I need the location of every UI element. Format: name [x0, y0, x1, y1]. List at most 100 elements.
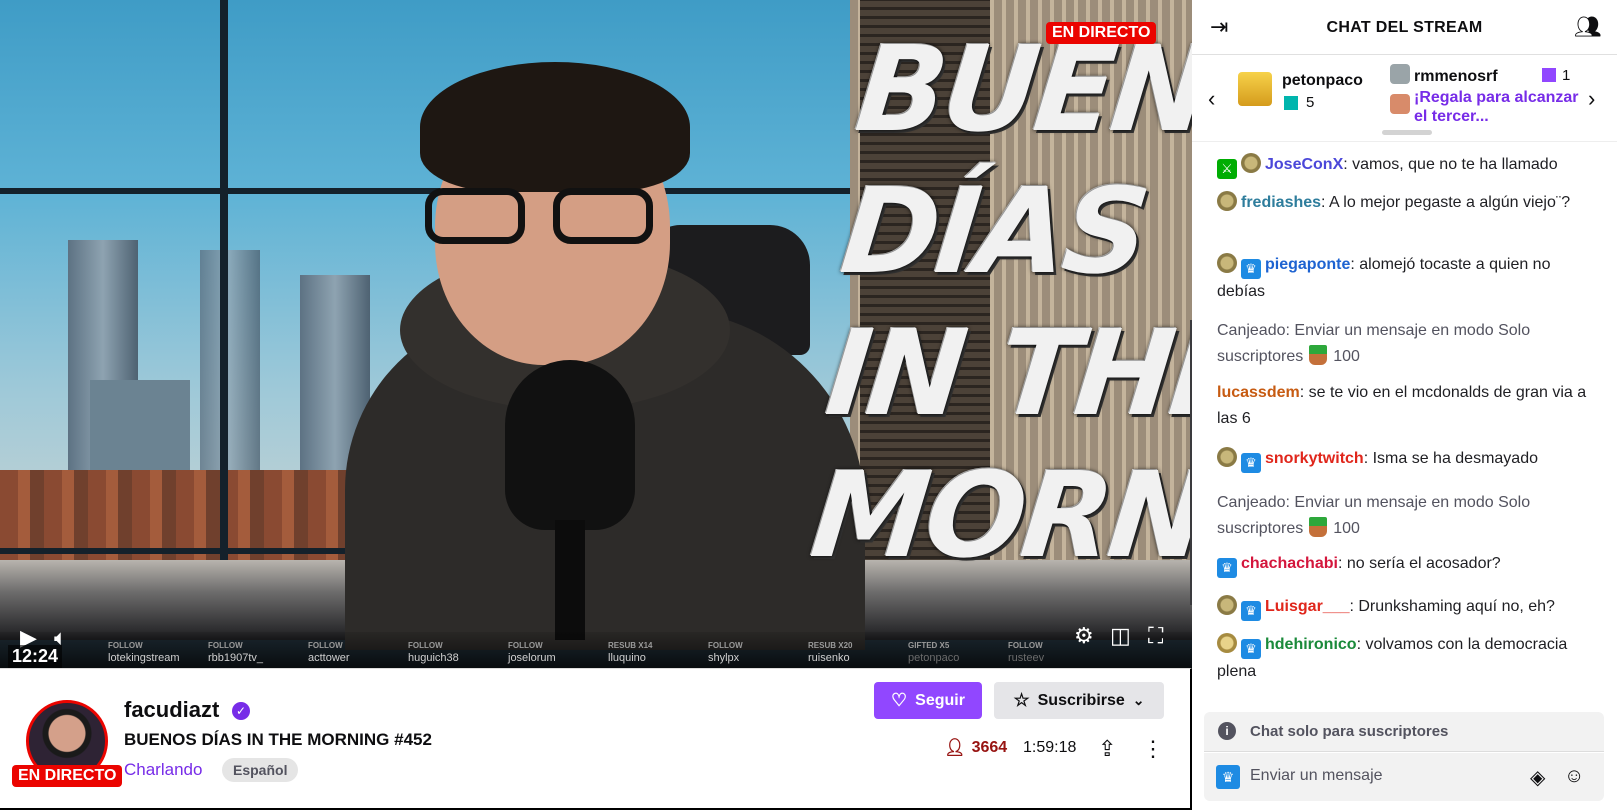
gift-icon — [1284, 96, 1298, 110]
chevron-right-icon[interactable]: › — [1588, 86, 1595, 112]
settings-icon[interactable]: ⚙ — [1074, 625, 1094, 647]
medal-badge-icon — [1217, 191, 1237, 211]
subscriber-badge-icon: ♛ — [1217, 558, 1237, 578]
star-icon: ☆ — [1013, 690, 1030, 710]
person-icon: 👤︎ — [944, 738, 966, 757]
chat-input[interactable]: ♛ Enviar un mensaje ◈ ☺ — [1204, 753, 1604, 801]
event-item: FOLLOW rbb1907tv_ — [208, 641, 264, 664]
chat-username[interactable]: JoseConX — [1265, 156, 1343, 173]
event-item: GIFTED X5 petonpaco — [908, 641, 960, 664]
event-item: FOLLOW huguich38 — [408, 641, 459, 664]
chat-message: lucassdem: se te vio en el mcdonalds de … — [1217, 380, 1602, 432]
gift-rank-3-icon — [1390, 94, 1410, 114]
chat-panel: ⇥ CHAT DEL STREAM 👥︎ ‹ petonpaco 5 rmmen… — [1192, 0, 1617, 810]
stream-overlay-title: BUENOS DÍAS IN THE MORNING — [805, 20, 1192, 584]
medal-badge-icon — [1217, 595, 1237, 615]
chat-message: frediashes: A lo mejor pegaste a algún v… — [1217, 190, 1602, 216]
event-item: FOLLOW acttower — [308, 641, 350, 664]
video-player[interactable]: BUENOS DÍAS IN THE MORNING EN DIRECTO FO… — [0, 0, 1192, 668]
language-tag[interactable]: Español — [222, 758, 299, 782]
chat-header: ⇥ CHAT DEL STREAM 👥︎ — [1192, 0, 1617, 55]
gift-promo-text[interactable]: ¡Regala para alcanzar el tercer... — [1414, 88, 1584, 126]
stream-title: BUENOS DÍAS IN THE MORNING #452 — [124, 730, 432, 749]
chat-username[interactable]: piegaponte — [1265, 256, 1350, 273]
subs-only-label: Chat solo para suscriptores — [1250, 723, 1449, 740]
chat-text: : Drunkshaming aquí no, eh? — [1349, 598, 1555, 615]
event-item: RESUB X20 ruisenko — [808, 641, 853, 664]
subscriber-badge-icon[interactable]: ♛ — [1216, 765, 1240, 789]
stream-uptime: 1:59:18 — [1023, 739, 1077, 756]
chat-input-placeholder: Enviar un mensaje — [1250, 767, 1383, 784]
leaderboard-scrollbar[interactable] — [1382, 130, 1432, 135]
moderator-badge-icon: ⚔ — [1217, 159, 1237, 179]
chat-text: : Isma se ha desmayado — [1363, 450, 1538, 467]
gift-rank-1-icon — [1238, 72, 1272, 106]
viewer-number: 3664 — [971, 739, 1008, 756]
event-item: FOLLOW joselorum — [508, 641, 556, 664]
redemption-text: Canjeado: Enviar un mensaje en modo Solo… — [1217, 494, 1531, 537]
video-time: 12:24 — [8, 645, 63, 668]
channel-points-icon — [1309, 517, 1328, 537]
medal-badge-icon — [1217, 447, 1237, 467]
chat-username[interactable]: hdehironico — [1265, 636, 1357, 653]
chat-message: ♛ Luisgar___: Drunkshaming aquí no, eh? — [1217, 594, 1602, 621]
subscribe-button[interactable]: ☆ Suscribirse ⌄ — [994, 682, 1164, 719]
chat-username[interactable]: Luisgar___ — [1265, 598, 1349, 615]
redemption-cost: 100 — [1333, 520, 1360, 537]
share-icon[interactable]: ⇪ — [1098, 736, 1116, 762]
gift-leaderboard: ‹ petonpaco 5 rmmenosrf 1 ¡Regala para a… — [1192, 56, 1617, 142]
leader-2-name[interactable]: rmmenosrf — [1414, 68, 1498, 86]
subscriber-badge-icon: ♛ — [1241, 601, 1261, 621]
chat-text: : vamos, que no te ha llamado — [1343, 156, 1558, 173]
subscribe-label: Suscribirse — [1037, 691, 1125, 709]
theatre-mode-icon[interactable]: ◫ — [1110, 625, 1131, 647]
event-item: FOLLOW lotekingstream — [108, 641, 180, 664]
chat-username[interactable]: snorkytwitch — [1265, 450, 1364, 467]
chat-message: ♛ chachachabi: no sería el acosador? — [1217, 551, 1602, 578]
chat-text: : A lo mejor pegaste a algún viejo¨? — [1321, 194, 1571, 211]
leader-2-count: 1 — [1562, 67, 1571, 84]
channel-name[interactable]: facudiazt — [124, 697, 219, 723]
event-item: FOLLOW rusteev — [1008, 641, 1045, 664]
verified-icon: ✓ — [232, 702, 250, 720]
info-icon: i — [1218, 722, 1236, 740]
channel-points-icon — [1309, 345, 1328, 365]
chevron-down-icon: ⌄ — [1132, 692, 1145, 708]
live-badge: EN DIRECTO — [1046, 22, 1157, 44]
event-item: RESUB X14 lluquino — [608, 641, 653, 664]
subscriber-badge-icon: ♛ — [1241, 639, 1261, 659]
redemption-text: Canjeado: Enviar un mensaje en modo Solo… — [1217, 322, 1531, 365]
viewer-count: 👤︎ 3664 — [944, 738, 1007, 758]
medal-badge-icon — [1217, 253, 1237, 273]
live-badge: EN DIRECTO — [12, 765, 123, 787]
chevron-left-icon[interactable]: ‹ — [1208, 86, 1215, 112]
chat-username[interactable]: lucassdem — [1217, 384, 1300, 401]
redemption-message: Canjeado: Enviar un mensaje en modo Solo… — [1217, 490, 1602, 542]
category-link[interactable]: Charlando — [124, 760, 202, 780]
subscriber-badge-icon: ♛ — [1241, 453, 1261, 473]
redemption-cost: 100 — [1333, 348, 1360, 365]
follow-button[interactable]: ♡ Seguir — [874, 682, 982, 719]
subs-only-notice: i Chat solo para suscriptores — [1204, 712, 1604, 752]
heart-icon: ♡ — [891, 690, 908, 710]
chat-message: ♛ piegaponte: alomejó tocaste a quien no … — [1217, 252, 1602, 305]
emote-picker-icon[interactable]: ☺ — [1564, 765, 1584, 788]
gift-rank-2-icon — [1390, 64, 1410, 84]
subscriber-badge-icon: ♛ — [1241, 259, 1261, 279]
gift-icon — [1542, 68, 1556, 82]
chat-username[interactable]: chachachabi — [1241, 555, 1338, 572]
stream-video-frame: BUENOS DÍAS IN THE MORNING — [0, 0, 1192, 668]
chat-message: ⚔ JoseConX: vamos, que no te ha llamado — [1217, 152, 1602, 179]
medal-badge-icon — [1241, 153, 1261, 173]
channel-points-button-icon[interactable]: ◈ — [1530, 765, 1545, 790]
event-ticker: FOLLOW lotekingstream FOLLOW rbb1907tv_ FO… — [108, 640, 1068, 664]
chat-message: ♛ snorkytwitch: Isma se ha desmayado — [1217, 446, 1602, 473]
leader-1-name[interactable]: petonpaco — [1282, 72, 1363, 90]
community-icon[interactable]: 👥︎ — [1574, 14, 1602, 40]
star-medal-badge-icon — [1217, 633, 1237, 653]
chat-username[interactable]: frediashes — [1241, 194, 1321, 211]
event-item: FOLLOW shylpx — [708, 641, 743, 664]
more-options-icon[interactable]: ⋮ — [1142, 736, 1164, 762]
follow-label: Seguir — [915, 691, 965, 709]
fullscreen-icon[interactable]: ⛶ — [1148, 625, 1163, 647]
